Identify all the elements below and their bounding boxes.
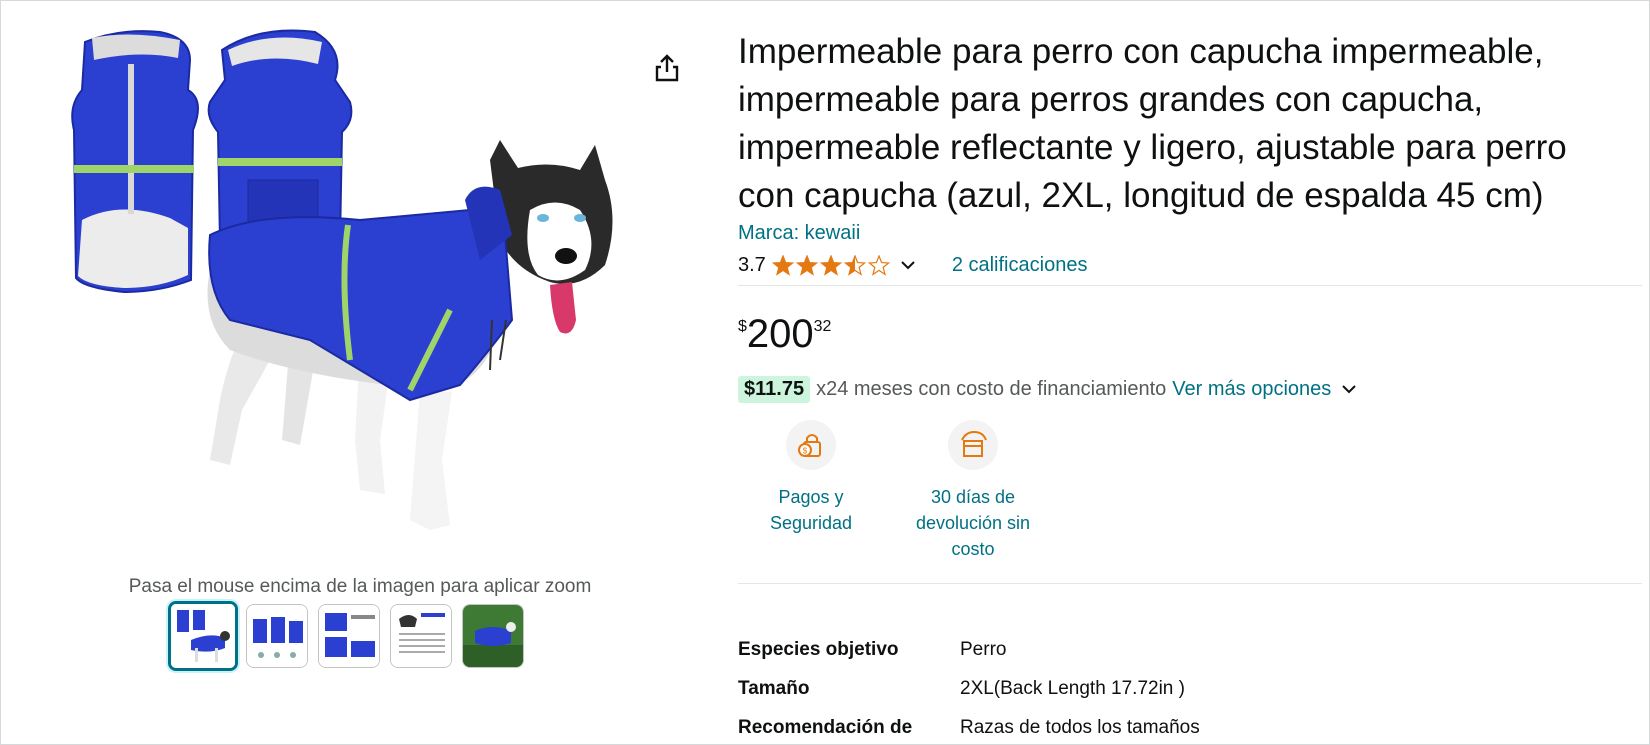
spec-row: Recomendación de Razas de todos los tama… [738, 708, 1200, 745]
return-box-icon [948, 420, 998, 470]
svg-text:$: $ [803, 447, 808, 456]
rating-row: 3.7 2 calificaciones [738, 254, 1087, 277]
spec-key: Tamaño [738, 677, 810, 699]
rating-dropdown-chevron-icon[interactable] [900, 254, 916, 277]
spec-value: 2XL(Back Length 17.72in ) [960, 677, 1185, 699]
secure-payment-icon: $ [786, 420, 836, 470]
badge-secure-payment-label: Pagos y Seguridad [769, 487, 853, 533]
main-product-image[interactable] [60, 20, 640, 575]
specs-table: Especies objetivo Perro Tamaño 2XL(Back … [738, 630, 1200, 745]
price: $ 200 32 [738, 312, 831, 356]
ratings-count-link[interactable]: 2 calificaciones [952, 254, 1088, 277]
divider-bottom [738, 583, 1642, 584]
star-rating[interactable] [771, 254, 890, 277]
product-title: Impermeable para perro con capucha imper… [738, 32, 1567, 215]
star-rating-icon [771, 254, 890, 276]
trust-badges: $ Pagos y Seguridad 30 días de devolució… [752, 420, 1038, 562]
spec-value: Razas de todos los tamaños [960, 716, 1200, 738]
brand-link[interactable]: Marca: kewaii [738, 222, 860, 245]
share-icon [655, 54, 679, 82]
financing-text: x24 meses con costo de financiamiento [816, 378, 1167, 400]
more-options-link[interactable]: Ver más opciones [1172, 378, 1331, 401]
thumbnail-3[interactable] [318, 604, 380, 668]
price-symbol: $ [738, 318, 747, 335]
spec-key: Recomendación de [738, 716, 913, 738]
raincoat-front-illustration [71, 30, 199, 294]
spec-row: Especies objetivo Perro [738, 630, 1200, 669]
spec-key: Especies objetivo [738, 638, 899, 660]
price-whole: 200 [746, 312, 814, 356]
spec-value: Perro [960, 638, 1007, 660]
thumbnail-2[interactable] [246, 604, 308, 668]
financing-amount: $11.75 [738, 376, 811, 403]
share-button[interactable] [650, 50, 684, 86]
raincoat-back-illustration [207, 29, 353, 243]
rating-value: 3.7 [738, 254, 766, 276]
badge-free-returns-label: 30 días de devolución sin costo [915, 487, 1031, 559]
price-fraction: 32 [813, 318, 832, 335]
badge-free-returns[interactable]: 30 días de devolución sin costo [908, 420, 1038, 562]
thumbnail-1[interactable] [168, 601, 238, 671]
zoom-hint-text: Pasa el mouse encima de la imagen para a… [128, 576, 592, 597]
badge-secure-payment[interactable]: $ Pagos y Seguridad [752, 420, 870, 562]
spec-row: Tamaño 2XL(Back Length 17.72in ) [738, 669, 1200, 708]
thumbnail-4[interactable] [390, 604, 452, 668]
divider-top [738, 285, 1642, 286]
financing-row: $11.75 x24 meses con costo de financiami… [738, 376, 1357, 403]
more-options-chevron-icon[interactable] [1341, 378, 1357, 401]
thumbnail-strip [168, 601, 524, 671]
thumbnail-5[interactable] [462, 604, 524, 668]
